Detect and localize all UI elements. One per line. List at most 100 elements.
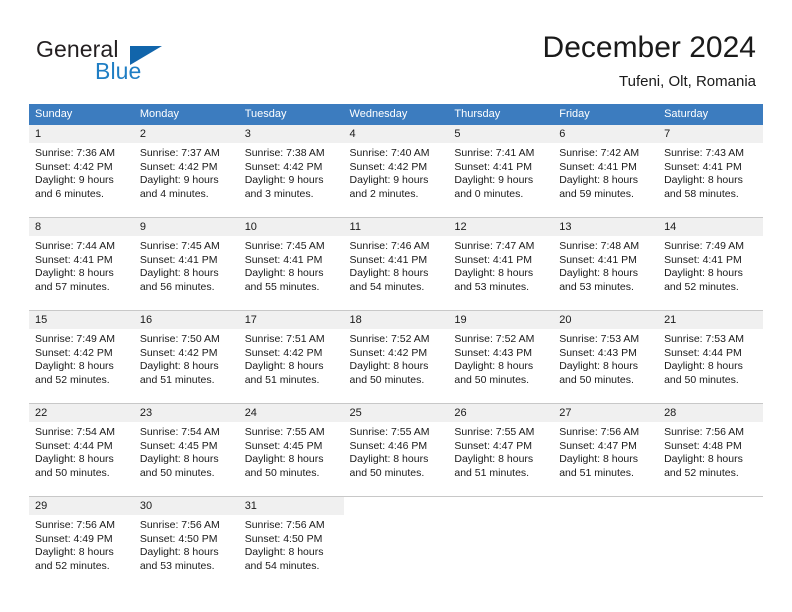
day-details: Sunrise: 7:55 AM Sunset: 4:46 PM Daylight:… — [344, 422, 449, 496]
calendar-day-cell[interactable]: 28 Sunrise: 7:56 AM Sunset: 4:48 PM Dayligh… — [658, 403, 763, 497]
calendar-day-cell[interactable]: 31 Sunrise: 7:56 AM Sunset: 4:50 PM Dayligh… — [238, 496, 344, 589]
calendar-day-cell-empty — [448, 496, 554, 589]
daylight-duration-line1: Daylight: 9 hours — [35, 174, 114, 187]
daylight-duration-line2: and 52 minutes. — [35, 559, 110, 572]
calendar-day-cell[interactable]: 9 Sunrise: 7:45 AM Sunset: 4:41 PM Daylight… — [133, 217, 239, 311]
calendar-day-cell[interactable]: 18 Sunrise: 7:52 AM Sunset: 4:42 PM Dayligh… — [343, 310, 449, 404]
daylight-duration-line2: and 52 minutes. — [664, 280, 739, 293]
calendar-day-cell[interactable]: 23 Sunrise: 7:54 AM Sunset: 4:45 PM Dayligh… — [133, 403, 239, 497]
calendar-day-cell[interactable]: 5 Sunrise: 7:41 AM Sunset: 4:41 PM Daylight… — [448, 125, 554, 218]
logo-text-blue: Blue — [95, 58, 142, 84]
day-details: Sunrise: 7:36 AM Sunset: 4:42 PM Daylight:… — [29, 143, 134, 217]
day-details: Sunrise: 7:44 AM Sunset: 4:41 PM Daylight:… — [29, 236, 134, 310]
day-details: Sunrise: 7:46 AM Sunset: 4:41 PM Daylight:… — [344, 236, 449, 310]
calendar-day-cell[interactable]: 13 Sunrise: 7:48 AM Sunset: 4:41 PM Dayligh… — [553, 217, 659, 311]
sunset-time: Sunset: 4:44 PM — [35, 439, 113, 452]
calendar-day-cell[interactable]: 8 Sunrise: 7:44 AM Sunset: 4:41 PM Daylight… — [29, 217, 134, 311]
daylight-duration-line1: Daylight: 8 hours — [559, 360, 639, 373]
day-details — [658, 515, 763, 589]
day-details: Sunrise: 7:40 AM Sunset: 4:42 PM Daylight:… — [344, 143, 449, 217]
calendar-day-cell[interactable]: 12 Sunrise: 7:47 AM Sunset: 4:41 PM Dayligh… — [448, 217, 554, 311]
daylight-duration-line2: and 53 minutes. — [139, 559, 215, 572]
day-details: Sunrise: 7:56 AM Sunset: 4:48 PM Daylight:… — [658, 422, 763, 496]
day-number: 5 — [448, 125, 554, 143]
calendar-day-cell-empty — [553, 496, 659, 589]
calendar-day-cell[interactable]: 30 Sunrise: 7:56 AM Sunset: 4:50 PM Dayligh… — [133, 496, 239, 589]
daylight-duration-line1: Daylight: 8 hours — [139, 546, 219, 559]
calendar-day-cell[interactable]: 27 Sunrise: 7:56 AM Sunset: 4:47 PM Dayligh… — [553, 403, 659, 497]
daylight-duration-line1: Daylight: 8 hours — [244, 453, 324, 466]
sunrise-time: Sunrise: 7:52 AM — [454, 333, 535, 345]
daylight-duration-line2: and 54 minutes. — [244, 559, 320, 572]
calendar-day-cell[interactable]: 11 Sunrise: 7:46 AM Sunset: 4:41 PM Dayligh… — [343, 217, 449, 311]
daylight-duration-line2: and 50 minutes. — [349, 373, 425, 386]
sunset-time: Sunset: 4:50 PM — [139, 532, 218, 545]
daylight-duration-line2: and 56 minutes. — [139, 280, 215, 293]
calendar-day-cell[interactable]: 17 Sunrise: 7:51 AM Sunset: 4:42 PM Dayligh… — [238, 310, 344, 404]
day-details: Sunrise: 7:53 AM Sunset: 4:44 PM Daylight:… — [658, 329, 763, 403]
sunset-time: Sunset: 4:42 PM — [35, 346, 113, 359]
day-number: 28 — [658, 404, 763, 422]
calendar-day-cell[interactable]: 10 Sunrise: 7:45 AM Sunset: 4:41 PM Dayligh… — [238, 217, 344, 311]
calendar-day-cell[interactable]: 22 Sunrise: 7:54 AM Sunset: 4:44 PM Dayligh… — [29, 403, 134, 497]
sunrise-time: Sunrise: 7:56 AM — [559, 426, 640, 438]
day-number: 23 — [133, 404, 239, 422]
daylight-duration-line2: and 53 minutes. — [454, 280, 530, 293]
day-details: Sunrise: 7:56 AM Sunset: 4:49 PM Daylight:… — [29, 515, 134, 589]
day-details: Sunrise: 7:54 AM Sunset: 4:45 PM Daylight:… — [134, 422, 239, 496]
sunrise-time: Sunrise: 7:51 AM — [244, 333, 325, 345]
day-details: Sunrise: 7:50 AM Sunset: 4:42 PM Daylight:… — [134, 329, 239, 403]
calendar-day-cell[interactable]: 7 Sunrise: 7:43 AM Sunset: 4:41 PM Daylight… — [658, 125, 763, 218]
sunrise-time: Sunrise: 7:38 AM — [244, 147, 325, 159]
calendar-day-cell[interactable]: 19 Sunrise: 7:52 AM Sunset: 4:43 PM Dayligh… — [448, 310, 554, 404]
calendar-day-cell[interactable]: 26 Sunrise: 7:55 AM Sunset: 4:47 PM Dayligh… — [448, 403, 554, 497]
sunrise-time: Sunrise: 7:56 AM — [664, 426, 745, 438]
sunrise-time: Sunrise: 7:47 AM — [454, 240, 535, 252]
daylight-duration-line2: and 50 minutes. — [35, 466, 110, 479]
day-number: 30 — [133, 497, 239, 515]
calendar-day-cell[interactable]: 2 Sunrise: 7:37 AM Sunset: 4:42 PM Daylight… — [133, 125, 239, 218]
sunrise-time: Sunrise: 7:50 AM — [139, 333, 220, 345]
sunrise-time: Sunrise: 7:49 AM — [35, 333, 115, 345]
sunset-time: Sunset: 4:47 PM — [454, 439, 533, 452]
day-number: 17 — [238, 311, 344, 329]
calendar-day-cell[interactable]: 1 Sunrise: 7:36 AM Sunset: 4:42 PM Daylight… — [29, 125, 134, 218]
day-details: Sunrise: 7:48 AM Sunset: 4:41 PM Daylight:… — [553, 236, 658, 310]
calendar-day-cell[interactable]: 29 Sunrise: 7:56 AM Sunset: 4:49 PM Dayligh… — [29, 496, 134, 589]
daylight-duration-line2: and 58 minutes. — [664, 187, 739, 200]
day-details: Sunrise: 7:55 AM Sunset: 4:47 PM Daylight:… — [448, 422, 553, 496]
daylight-duration-line2: and 0 minutes. — [454, 187, 524, 200]
calendar-day-cell[interactable]: 16 Sunrise: 7:50 AM Sunset: 4:42 PM Dayligh… — [133, 310, 239, 404]
calendar-day-cell[interactable]: 21 Sunrise: 7:53 AM Sunset: 4:44 PM Dayligh… — [658, 310, 763, 404]
day-details: Sunrise: 7:51 AM Sunset: 4:42 PM Daylight:… — [239, 329, 344, 403]
calendar-day-cell[interactable]: 3 Sunrise: 7:38 AM Sunset: 4:42 PM Daylight… — [238, 125, 344, 218]
sunset-time: Sunset: 4:42 PM — [244, 160, 323, 173]
day-details: Sunrise: 7:52 AM Sunset: 4:43 PM Daylight:… — [448, 329, 553, 403]
day-details: Sunrise: 7:43 AM Sunset: 4:41 PM Daylight:… — [658, 143, 763, 217]
calendar-day-cell[interactable]: 15 Sunrise: 7:49 AM Sunset: 4:42 PM Dayligh… — [29, 310, 134, 404]
daylight-duration-line2: and 2 minutes. — [349, 187, 419, 200]
day-number: 18 — [343, 311, 449, 329]
daylight-duration-line2: and 4 minutes. — [139, 187, 209, 200]
daylight-duration-line1: Daylight: 8 hours — [35, 360, 114, 373]
day-details: Sunrise: 7:56 AM Sunset: 4:50 PM Daylight:… — [239, 515, 344, 589]
day-number: 11 — [343, 218, 449, 236]
calendar-day-cell[interactable]: 24 Sunrise: 7:55 AM Sunset: 4:45 PM Dayligh… — [238, 403, 344, 497]
daylight-duration-line2: and 52 minutes. — [35, 373, 110, 386]
sunset-time: Sunset: 4:49 PM — [35, 532, 113, 545]
sunset-time: Sunset: 4:41 PM — [35, 253, 113, 266]
sunset-time: Sunset: 4:41 PM — [244, 253, 323, 266]
day-details: Sunrise: 7:42 AM Sunset: 4:41 PM Daylight:… — [553, 143, 658, 217]
day-details: Sunrise: 7:41 AM Sunset: 4:41 PM Daylight:… — [448, 143, 553, 217]
page-header: General Blue December 2024 Tufeni, Olt, … — [0, 0, 792, 100]
calendar-day-cell[interactable]: 6 Sunrise: 7:42 AM Sunset: 4:41 PM Daylight… — [553, 125, 659, 218]
calendar-day-cell[interactable]: 4 Sunrise: 7:40 AM Sunset: 4:42 PM Daylight… — [343, 125, 449, 218]
sunrise-time: Sunrise: 7:55 AM — [244, 426, 325, 438]
calendar-day-cell[interactable]: 20 Sunrise: 7:53 AM Sunset: 4:43 PM Dayligh… — [553, 310, 659, 404]
sunrise-time: Sunrise: 7:54 AM — [139, 426, 220, 438]
calendar-day-cell[interactable]: 25 Sunrise: 7:55 AM Sunset: 4:46 PM Dayligh… — [343, 403, 449, 497]
day-number: 1 — [29, 125, 134, 143]
weekday-header-sunday: Sunday — [29, 104, 134, 125]
sunrise-time: Sunrise: 7:56 AM — [244, 519, 325, 531]
calendar-day-cell[interactable]: 14 Sunrise: 7:49 AM Sunset: 4:41 PM Dayligh… — [658, 217, 763, 311]
